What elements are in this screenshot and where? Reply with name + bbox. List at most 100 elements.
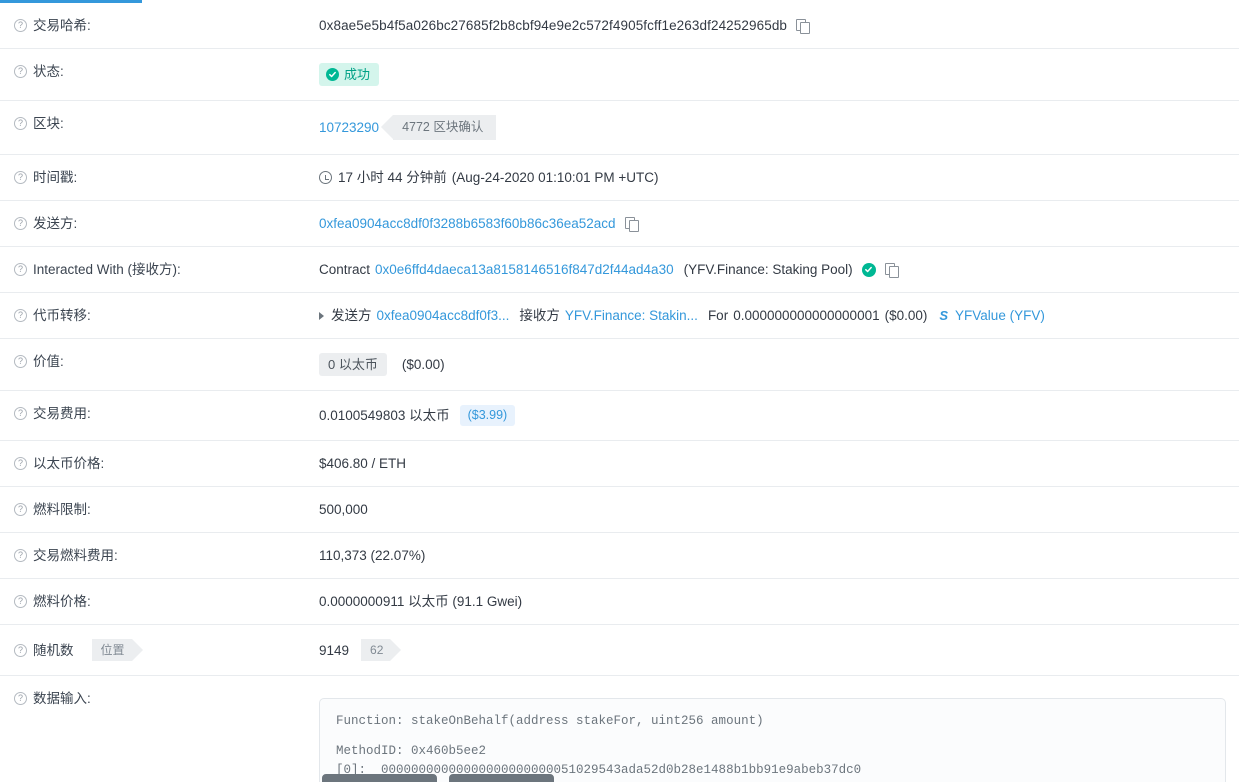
label-eth-price: ? 以太币价格: [14, 441, 319, 486]
help-icon[interactable]: ? [14, 355, 27, 368]
row-input-data: ? 数据输入: Function: stakeOnBehalf(address … [0, 676, 1239, 782]
copy-icon[interactable] [624, 216, 639, 232]
label-text: 代币转移: [33, 308, 91, 323]
help-icon[interactable]: ? [14, 217, 27, 230]
block-number-link[interactable]: 10723290 [319, 119, 379, 136]
nonce-position-tag: 位置 [91, 639, 143, 661]
row-transaction-fee: ? 交易费用: 0.0100549803 以太币 ($3.99) [0, 391, 1239, 441]
transaction-detail-rows: ? 交易哈希: 0x8ae5e5b4f5a026bc27685f2b8cbf94… [0, 3, 1239, 782]
token-transfer-amount: 0.000000000000000001 [733, 308, 880, 323]
copy-icon[interactable] [796, 18, 811, 34]
label-text: 随机数 [33, 642, 74, 658]
decode-input-data-button[interactable]: Decode Input Data [322, 774, 437, 782]
row-eth-price: ? 以太币价格: $406.80 / ETH [0, 441, 1239, 487]
row-transaction-hash: ? 交易哈希: 0x8ae5e5b4f5a026bc27685f2b8cbf94… [0, 3, 1239, 49]
row-interacted-with: ? Interacted With (接收方): Contract 0x0e6f… [0, 247, 1239, 293]
token-transfer-from-label: 发送方 [331, 308, 372, 323]
label-status: ? 状态: [14, 49, 319, 94]
help-icon[interactable]: ? [14, 457, 27, 470]
help-icon[interactable]: ? [14, 65, 27, 78]
timestamp-absolute: (Aug-24-2020 01:10:01 PM +UTC) [451, 170, 659, 185]
row-gas-price: ? 燃料价格: 0.0000000911 以太币 (91.1 Gwei) [0, 579, 1239, 625]
status-badge: 成功 [319, 63, 380, 86]
input-data-buttons: Decode Input Data View Input As [322, 774, 554, 782]
value-status: 成功 [319, 49, 1225, 100]
help-icon[interactable]: ? [14, 549, 27, 562]
row-status: ? 状态: 成功 [0, 49, 1239, 101]
token-transfer-from-address[interactable]: 0xfea0904acc8df0f3... [377, 307, 510, 324]
caret-right-icon[interactable] [319, 311, 324, 320]
label-from: ? 发送方: [14, 201, 319, 246]
help-icon[interactable]: ? [14, 263, 27, 276]
help-icon[interactable]: ? [14, 19, 27, 32]
label-block: ? 区块: [14, 101, 319, 146]
label-text: 燃料限制: [33, 502, 91, 517]
help-icon[interactable]: ? [14, 171, 27, 184]
help-icon[interactable]: ? [14, 643, 27, 657]
input-data-methodid-line: MethodID: 0x460b5ee2 [336, 743, 487, 758]
label-text: 交易哈希: [33, 18, 91, 33]
help-icon[interactable]: ? [14, 117, 27, 130]
transaction-fee-amount: 0.0100549803 以太币 [319, 408, 450, 423]
label-text: 价值: [33, 354, 64, 369]
label-value: ? 价值: [14, 339, 319, 384]
row-timestamp: ? 时间戳: 17 小时 44 分钟前 (Aug-24-2020 01:10:0… [0, 155, 1239, 201]
value-usd: ($0.00) [401, 357, 445, 372]
value-nonce: 9149 62 [319, 625, 1225, 675]
label-transaction-hash: ? 交易哈希: [14, 3, 319, 48]
row-gas-limit: ? 燃料限制: 500,000 [0, 487, 1239, 533]
verified-check-icon [861, 262, 876, 277]
value-transaction-hash: 0x8ae5e5b4f5a026bc27685f2b8cbf94e9e2c572… [319, 3, 1225, 48]
row-from: ? 发送方: 0xfea0904acc8df0f3288b6583f60b86c… [0, 201, 1239, 247]
label-text: 发送方: [33, 216, 78, 231]
label-text: 时间戳: [33, 170, 78, 185]
value-interacted-with: Contract 0x0e6ffd4daeca13a8158146516f847… [319, 247, 1225, 292]
transaction-hash-value: 0x8ae5e5b4f5a026bc27685f2b8cbf94e9e2c572… [319, 18, 788, 33]
view-input-as-button[interactable]: View Input As [449, 774, 554, 782]
value-gas-price: 0.0000000911 以太币 (91.1 Gwei) [319, 594, 523, 609]
label-text: 交易费用: [33, 406, 91, 421]
nonce-index-tag: 62 [361, 639, 402, 661]
help-icon[interactable]: ? [14, 309, 27, 322]
value-token-transfer: 发送方 0xfea0904acc8df0f3... 接收方 YFV.Financ… [319, 293, 1225, 338]
label-timestamp: ? 时间戳: [14, 155, 319, 200]
label-text: 以太币价格: [33, 456, 105, 471]
value-transaction-fee: 0.0100549803 以太币 ($3.99) [319, 391, 1225, 440]
copy-icon[interactable] [884, 262, 899, 278]
token-transfer-to-name[interactable]: YFV.Finance: Stakin... [565, 307, 698, 324]
timestamp-relative: 17 小时 44 分钟前 [338, 170, 447, 185]
label-interacted-with: ? Interacted With (接收方): [14, 247, 319, 292]
label-text: Interacted With (接收方): [33, 262, 181, 277]
value-pill: 0 以太币 [319, 353, 387, 376]
label-text: 区块: [33, 116, 64, 131]
help-icon[interactable]: ? [14, 503, 27, 516]
clock-icon [319, 171, 332, 184]
help-icon[interactable]: ? [14, 407, 27, 420]
label-text: 状态: [33, 64, 64, 79]
value-input-data: Function: stakeOnBehalf(address stakeFor… [319, 676, 1226, 782]
token-transfer-for-label: For [707, 308, 729, 323]
check-icon [326, 68, 339, 81]
token-logo-icon: S [939, 308, 949, 323]
input-data-textarea[interactable]: Function: stakeOnBehalf(address stakeFor… [319, 698, 1226, 782]
token-name-link[interactable]: YFValue (YFV) [955, 307, 1045, 324]
value-amount: 0 以太币 ($0.00) [319, 339, 1225, 390]
contract-address-link[interactable]: 0x0e6ffd4daeca13a8158146516f847d2f44ad4a… [375, 261, 674, 278]
label-text: 燃料价格: [33, 594, 91, 609]
row-block: ? 区块: 10723290 4772 区块确认 [0, 101, 1239, 155]
help-icon[interactable]: ? [14, 692, 27, 705]
contract-name: (YFV.Finance: Staking Pool) [683, 262, 853, 277]
from-address-link[interactable]: 0xfea0904acc8df0f3288b6583f60b86c36ea52a… [319, 215, 616, 232]
row-value: ? 价值: 0 以太币 ($0.00) [0, 339, 1239, 391]
input-data-function-line: Function: stakeOnBehalf(address stakeFor… [336, 714, 764, 728]
value-gas-limit: 500,000 [319, 502, 368, 517]
block-confirmations-badge: 4772 区块确认 [381, 115, 497, 140]
label-token-transfer: ? 代币转移: [14, 293, 319, 338]
label-gas-used: ? 交易燃料费用: [14, 533, 319, 578]
label-gas-price: ? 燃料价格: [14, 579, 319, 624]
row-token-transfer: ? 代币转移: 发送方 0xfea0904acc8df0f3... 接收方 YF… [0, 293, 1239, 339]
value-block: 10723290 4772 区块确认 [319, 101, 1225, 154]
label-text: 交易燃料费用: [33, 548, 118, 563]
row-gas-used: ? 交易燃料费用: 110,373 (22.07%) [0, 533, 1239, 579]
help-icon[interactable]: ? [14, 595, 27, 608]
